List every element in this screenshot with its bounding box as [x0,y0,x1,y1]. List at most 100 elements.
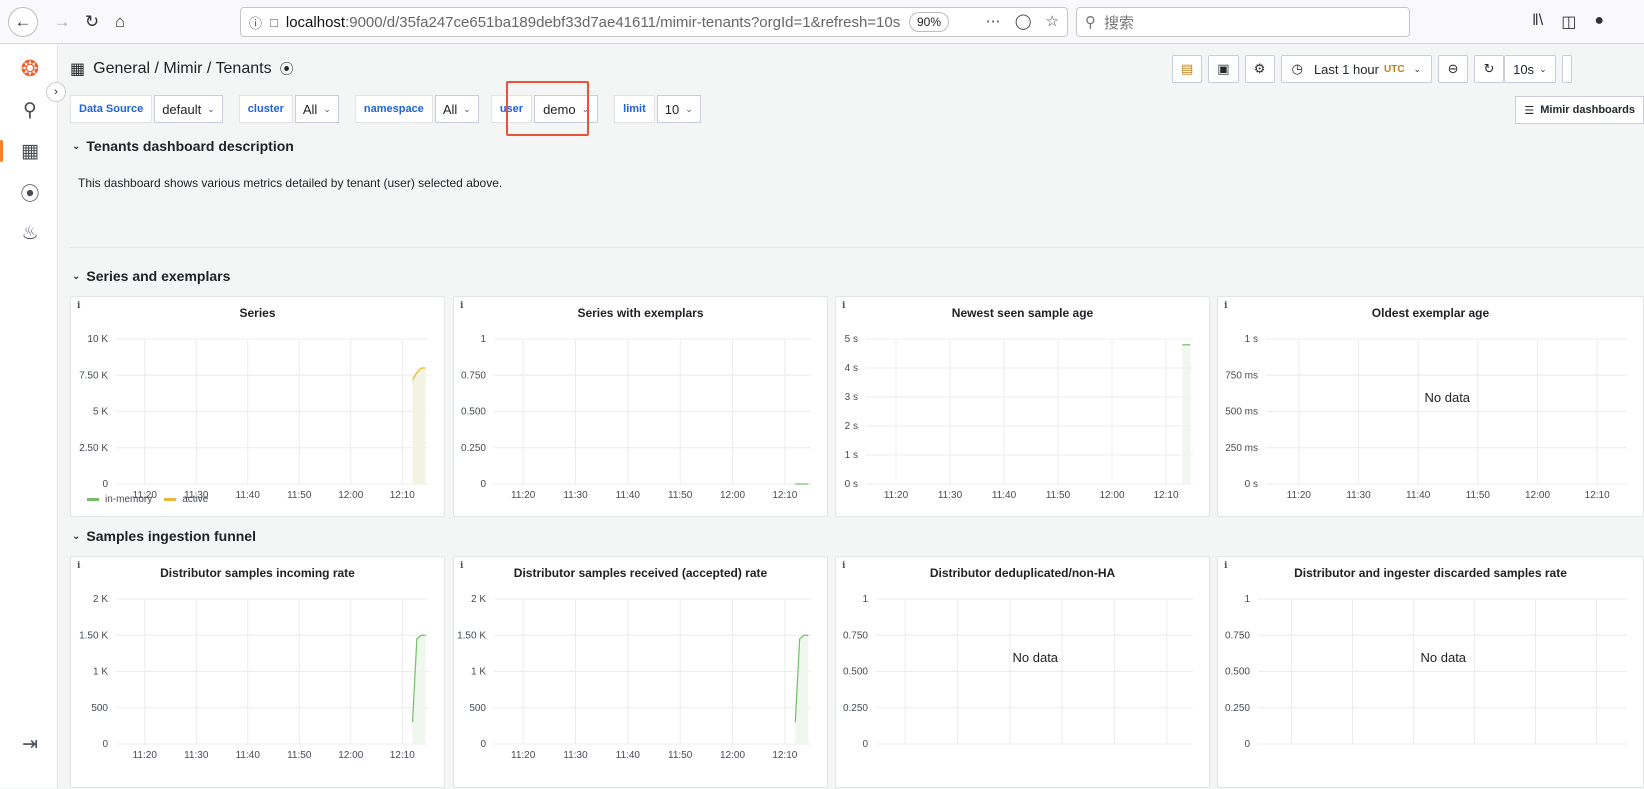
var-value: All [302,101,318,117]
explore-compass-icon[interactable]: ⦿ [17,179,43,205]
chevron-down-icon: ⌄ [323,103,331,114]
panel-5[interactable]: i Distributor samples incoming rate 2 K 1.5… [70,556,445,788]
bookmark-star-icon[interactable]: ☆ [1046,12,1059,30]
y-tick-label: 1 [862,594,868,605]
refresh-button[interactable]: ↻ [1474,55,1505,83]
library-icon[interactable]: ‖\ [1532,12,1543,32]
forward-arrow-icon[interactable]: → [48,8,76,36]
refresh-interval-picker[interactable]: 10s ⌄ [1504,55,1556,83]
var-label-namespace: namespace [354,95,433,123]
sidebar-icon[interactable]: ◫ [1561,12,1576,32]
dashboards-icon[interactable]: ▦ [17,138,43,164]
browser-search-input[interactable]: ⚲ 搜索 [1076,7,1410,37]
legend-item[interactable]: active [164,494,208,505]
url-host: localhost [285,13,346,31]
account-icon[interactable]: ● [1594,12,1604,32]
grafana-logo-icon[interactable]: ❂ [17,56,43,82]
variables-bar: Data Source default ⌄ cluster All ⌄ namesp… [70,95,701,123]
y-tick-label: 0.750 [461,370,486,381]
row-funnel-header[interactable]: ⌄ Samples ingestion funnel [72,528,256,544]
y-tick-label: 500 [469,703,486,714]
chart-svg: 1 0.750 0.500 0.250 0 [843,594,1193,750]
sign-in-icon[interactable]: ⇥ [17,731,43,757]
chart-legend: in-memory active [87,494,208,505]
tv-mode-button[interactable] [1561,55,1572,83]
pocket-icon[interactable]: ◯ [1015,12,1032,30]
chart-svg: 1 0.750 0.500 0.250 0 11:20 11:30 11:40 11:50 12:… [461,334,811,501]
url-text[interactable]: localhost:9000/d/35fa247ce651ba189debf33… [286,14,900,31]
x-tick-label: 12:10 [772,750,797,761]
settings-button[interactable]: ⚙ [1244,55,1275,83]
y-tick-label: 0 s [845,479,858,490]
time-picker-button[interactable]: ◷ Last 1 hour UTC ⌄ [1280,55,1433,83]
y-tick-label: 1 [480,334,486,345]
y-tick-label: 10 K [87,334,108,345]
browser-toolbar: ← → ↻ ⌂ ⓘ □ localhost:9000/d/35fa247ce65… [0,0,1644,44]
dashboard-links-button[interactable]: ☰ Mimir dashboards [1515,96,1644,124]
refresh-icon: ↻ [1483,61,1495,76]
chevron-down-icon: ⌄ [207,103,215,114]
legend-label: active [182,494,209,505]
y-tick-label: 0 s [1245,479,1258,490]
x-tick-label: 11:50 [287,750,312,761]
chevron-down-icon: ⌄ [72,140,81,152]
panel-2[interactable]: i Series with exemplars 1 0.750 0.500 0.250 0 1… [453,296,828,517]
legend-swatch [87,497,99,501]
y-tick-label: 0.500 [1225,667,1250,678]
dashboard-grid-icon: ▦ [70,61,86,78]
save-dashboard-button[interactable]: ▣ [1208,55,1239,83]
var-select-limit[interactable]: 10 ⌄ [656,95,701,123]
chevron-down-icon: ⌄ [1413,63,1422,74]
more-icon[interactable]: ⋯ [986,12,1001,30]
chevron-down-icon: ⌄ [72,530,81,542]
zoom-level[interactable]: 90% [908,12,949,32]
y-tick-label: 1 s [1245,334,1258,345]
y-tick-label: 0.500 [461,407,486,418]
x-tick-label: 11:40 [992,490,1017,501]
var-select-cluster[interactable]: All ⌄ [294,95,339,123]
panel-8[interactable]: i Distributor and ingester discarded samp… [1217,556,1644,788]
var-label-limit: limit [614,95,655,123]
panel-6[interactable]: i Distributor samples received (accepted)… [453,556,828,788]
info-icon[interactable]: ⓘ [249,13,262,32]
breadcrumb[interactable]: General / Mimir / Tenants [93,60,271,78]
add-panel-icon: ▤ [1181,61,1194,76]
search-icon[interactable]: ⚲ [17,97,43,123]
legend-item[interactable]: in-memory [87,494,152,505]
var-value: 10 [664,101,680,117]
row-series-header[interactable]: ⌄ Series and exemplars [72,268,230,284]
x-tick-label: 12:00 [1525,490,1550,501]
x-tick-label: 12:00 [720,750,745,761]
reload-icon[interactable]: ↻ [78,8,106,36]
var-label-cluster: cluster [238,95,293,123]
var-select-namespace[interactable]: All ⌄ [434,95,479,123]
panel-1[interactable]: i Series 10 K 7.50 K5 K 2.50 K 0 11:20 11:30 11:… [70,296,445,517]
panel-7[interactable]: i Distributor deduplicated/non-HA 1 0.750 0.… [835,556,1210,788]
zoom-out-button[interactable]: ⊖ [1438,55,1469,83]
x-tick-label: 11:20 [884,490,909,501]
row-description-header[interactable]: ⌄ Tenants dashboard description [72,138,294,154]
y-tick-label: 5 s [845,334,858,345]
home-icon[interactable]: ⌂ [106,8,134,36]
y-tick-label: 1 s [845,450,858,461]
back-arrow-icon[interactable]: ← [8,7,38,37]
active-indicator [0,140,3,162]
url-bar[interactable]: ⓘ □ localhost:9000/d/35fa247ce651ba189de… [240,7,1068,37]
panel-3[interactable]: i Newest seen sample age 5 s4 s3 s2 s1 s0 … [835,296,1210,517]
no-data-label: No data [1424,389,1471,405]
share-icon[interactable]: ⦿ [280,59,294,79]
x-tick-label: 11:40 [616,750,641,761]
row-title: Tenants dashboard description [86,138,294,154]
y-tick-label: 750 ms [1225,370,1258,381]
chevron-down-icon: ⌄ [463,103,471,114]
expand-menu-chevron-icon[interactable]: › [46,82,66,102]
panel-4[interactable]: i Oldest exemplar age 1 s 750 ms 500 ms 250 m… [1217,296,1644,517]
add-panel-button[interactable]: ▤ [1172,55,1203,83]
alerting-bell-icon[interactable]: ♨ [17,220,43,246]
x-tick-label: 11:50 [1046,490,1071,501]
y-tick-label: 2 s [845,421,858,432]
var-value: default [162,101,202,117]
row-title: Samples ingestion funnel [86,528,256,544]
var-select-datasource[interactable]: default ⌄ [154,95,223,123]
chart-svg: 1 s 750 ms 500 ms 250 ms 0 s 11:20 11:30 11:40 1… [1225,334,1627,501]
